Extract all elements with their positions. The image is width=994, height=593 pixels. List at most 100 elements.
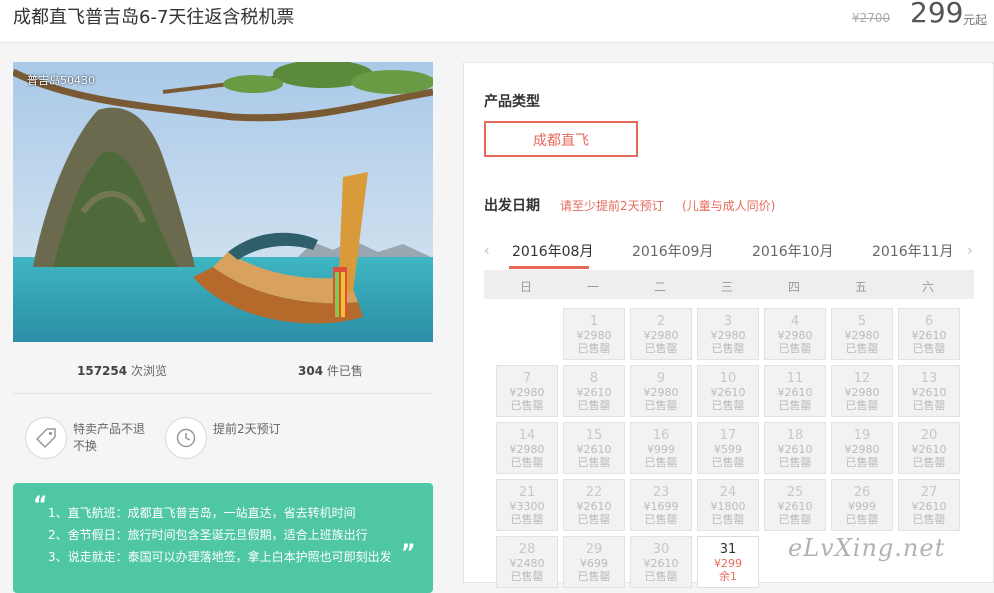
calendar-day-price: ¥2980 — [576, 329, 612, 342]
calendar-day-price: ¥1800 — [710, 500, 746, 513]
calendar-day-number: 21 — [518, 485, 536, 500]
calendar-day-status: 已售罄 — [912, 513, 946, 526]
calendar-day-status: 已售罄 — [711, 456, 745, 469]
calendar-day-status: 已售罄 — [577, 342, 611, 355]
views-label: 次浏览 — [130, 364, 167, 378]
product-info-column: 普吉岛50430 157254 次浏览 304 件已售 特卖产品不退不换 提前2… — [0, 43, 446, 593]
calendar-day-price: ¥2980 — [710, 329, 746, 342]
calendar-day-number: 18 — [786, 428, 804, 443]
calendar-day-status: 已售罄 — [644, 570, 678, 583]
child-price-note: (儿童与成人同价) — [682, 199, 776, 213]
booking-note: 请至少提前2天预订 — [560, 199, 664, 213]
calendar-day-price: ¥2610 — [576, 386, 612, 399]
calendar-day-cell: 1 ¥2980 已售罄 — [563, 308, 625, 360]
calendar-day-number: 11 — [786, 371, 804, 386]
calendar-day-number: 30 — [652, 542, 670, 557]
calendar-day-number: 23 — [652, 485, 670, 500]
weekday-sun: 日 — [519, 280, 532, 294]
calendar-day-status: 已售罄 — [912, 342, 946, 355]
calendar-day-cell: 22 ¥2610 已售罄 — [563, 479, 625, 531]
month-tab-sep[interactable]: 2016年09月 — [632, 241, 713, 261]
calendar-day-status: 已售罄 — [845, 456, 879, 469]
feature-text: 特卖产品不退不换 — [73, 422, 146, 453]
calendar-day-cell: 25 ¥2610 已售罄 — [764, 479, 826, 531]
calendar-day-cell[interactable]: 31 ¥299 余1 — [697, 536, 759, 588]
calendar-day-number: 24 — [719, 485, 737, 500]
calendar-day-price: ¥2980 — [777, 329, 813, 342]
prev-month-arrow[interactable]: ‹ — [484, 243, 490, 259]
calendar-day-status: 已售罄 — [644, 399, 678, 412]
tag-icon — [35, 428, 56, 449]
calendar-day-cell: 27 ¥2610 已售罄 — [898, 479, 960, 531]
calendar-day-price: ¥2980 — [509, 443, 545, 456]
product-photo[interactable]: 普吉岛50430 — [13, 62, 433, 342]
calendar-day-number: 10 — [719, 371, 737, 386]
calendar-day-status: 已售罄 — [577, 570, 611, 583]
calendar-day-number: 7 — [522, 371, 532, 386]
departure-date-label: 出发日期 — [484, 198, 540, 214]
calendar-day-cell: 13 ¥2610 已售罄 — [898, 365, 960, 417]
month-tab-nov[interactable]: 2016年11月 — [872, 241, 953, 261]
month-tab-aug[interactable]: 2016年08月 — [512, 241, 593, 261]
calendar-day-price: ¥2610 — [911, 329, 947, 342]
calendar-day-price: ¥2980 — [643, 386, 679, 399]
feature-text: 提前2天预订 — [213, 422, 281, 436]
calendar-day-status: 已售罄 — [778, 513, 812, 526]
calendar-day-price: ¥599 — [714, 443, 742, 456]
calendar-day-number: 17 — [719, 428, 737, 443]
calendar-day-number: 20 — [920, 428, 938, 443]
calendar-day-cell: 6 ¥2610 已售罄 — [898, 308, 960, 360]
sales-stats: 157254 次浏览 304 件已售 — [13, 358, 433, 380]
calendar-day-status: 已售罄 — [644, 456, 678, 469]
calendar-day-cell: 23 ¥1699 已售罄 — [630, 479, 692, 531]
calendar-day-number: 14 — [518, 428, 536, 443]
calendar-day-status: 已售罄 — [711, 513, 745, 526]
calendar-day-number: 16 — [652, 428, 670, 443]
calendar-day-cell: 30 ¥2610 已售罄 — [630, 536, 692, 588]
calendar-day-status: 已售罄 — [912, 399, 946, 412]
calendar-day-price: ¥2480 — [509, 557, 545, 570]
calendar-day-number: 27 — [920, 485, 938, 500]
calendar-day-number: 31 — [719, 542, 737, 557]
calendar-day-price: ¥2610 — [710, 386, 746, 399]
weekday-header: 日 一 二 三 四 五 六 — [484, 270, 974, 299]
calendar-day-cell: 2 ¥2980 已售罄 — [630, 308, 692, 360]
current-price: 299 — [910, 0, 964, 29]
calendar-day-status: 已售罄 — [778, 456, 812, 469]
calendar-day-price: ¥2980 — [844, 443, 880, 456]
feature-icon-wrap — [165, 417, 207, 459]
calendar-day-cell: 5 ¥2980 已售罄 — [831, 308, 893, 360]
highlights-box: “ 1、直飞航班：成都直飞普吉岛，一站直达，省去转机时间 2、舍节假日：旅行时间… — [13, 483, 433, 593]
calendar-day-cell: 28 ¥2480 已售罄 — [496, 536, 558, 588]
calendar-day-cell: 17 ¥599 已售罄 — [697, 422, 759, 474]
month-tab-oct[interactable]: 2016年10月 — [752, 241, 833, 261]
calendar-day-cell: 10 ¥2610 已售罄 — [697, 365, 759, 417]
calendar-day-status: 已售罄 — [510, 513, 544, 526]
original-price: ¥2700 — [852, 11, 891, 25]
next-month-arrow[interactable]: › — [967, 243, 973, 259]
calendar-day-cell: 12 ¥2980 已售罄 — [831, 365, 893, 417]
calendar-day-status: 已售罄 — [577, 456, 611, 469]
product-option-button[interactable]: 成都直飞 — [484, 121, 638, 157]
calendar-day-number: 29 — [585, 542, 603, 557]
sold-label: 件已售 — [326, 364, 363, 378]
booking-panel: 产品类型 成都直飞 出发日期 请至少提前2天预订 (儿童与成人同价) ‹ 201… — [463, 62, 994, 588]
price-unit: 元起 — [963, 13, 988, 27]
calendar-day-number: 9 — [656, 371, 666, 386]
photo-caption: 普吉岛50430 — [27, 74, 95, 87]
calendar-day-price: ¥2610 — [576, 443, 612, 456]
calendar-day-number: 5 — [857, 314, 867, 329]
calendar-day-cell: 15 ¥2610 已售罄 — [563, 422, 625, 474]
calendar-day-status: 已售罄 — [778, 342, 812, 355]
calendar-day-number: 19 — [853, 428, 871, 443]
calendar-day-number: 2 — [656, 314, 666, 329]
clock-icon — [176, 428, 196, 448]
calendar-day-price: ¥2610 — [777, 386, 813, 399]
calendar-day-price: ¥2980 — [509, 386, 545, 399]
calendar-day-number: 25 — [786, 485, 804, 500]
calendar-day-status: 已售罄 — [577, 513, 611, 526]
weekday-mon: 一 — [586, 280, 599, 294]
calendar-day-price: ¥999 — [848, 500, 876, 513]
calendar-day-cell: 29 ¥699 已售罄 — [563, 536, 625, 588]
calendar-day-cell: 26 ¥999 已售罄 — [831, 479, 893, 531]
